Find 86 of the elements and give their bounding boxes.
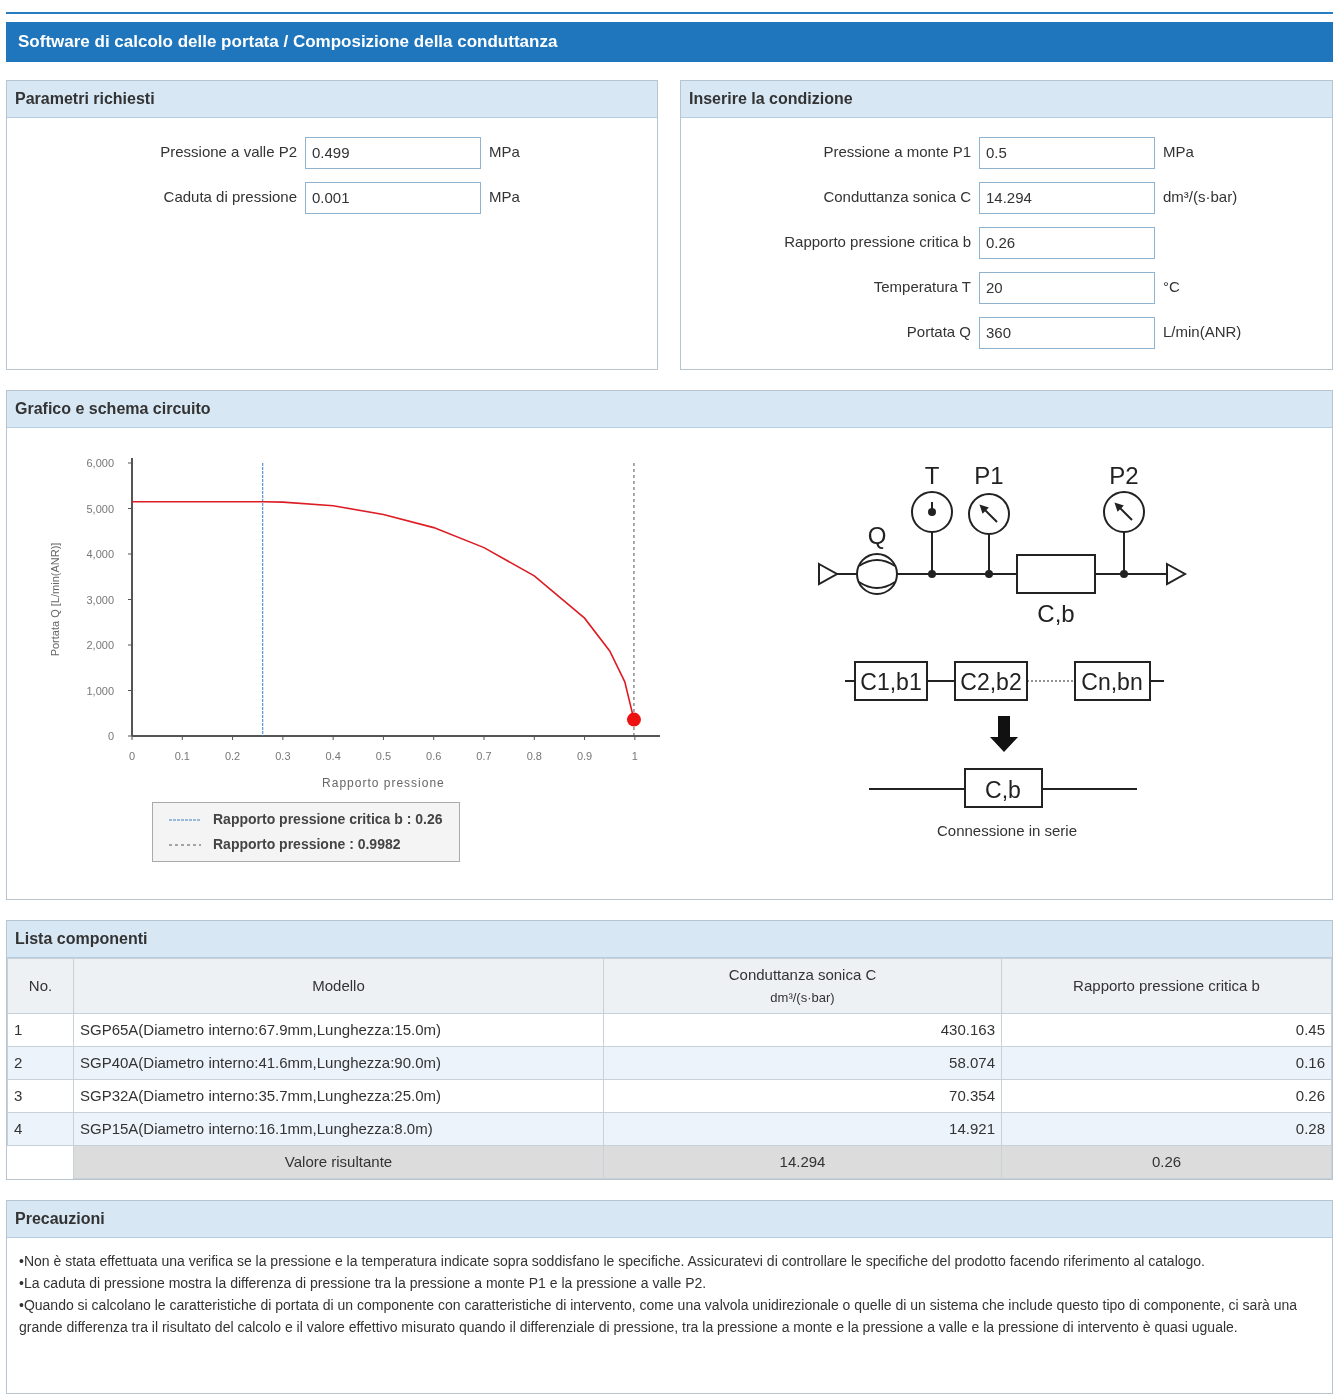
table-cell: 0.16 [1001, 1046, 1332, 1080]
column-header: Conduttanza sonica C dm³/(s·bar) [603, 958, 1002, 1014]
table-cell: Valore risultante [73, 1145, 604, 1179]
x-tick-label: 0.5 [375, 750, 392, 762]
table-cell: 0.26 [1001, 1079, 1332, 1113]
panel-header: Inserire la condizione [681, 81, 1332, 118]
diagram-label: T [924, 462, 940, 489]
field-label: Caduta di pressione [162, 187, 297, 208]
x-tick-label: 0.1 [174, 750, 190, 762]
input-field[interactable]: 0.26 [979, 226, 1155, 259]
y-tick-label: 0 [107, 730, 114, 742]
block-label: C2,b2 [960, 669, 1022, 695]
y-axis-label: Portata Q [L/min(ANR)] [49, 542, 61, 657]
panel-header: Grafico e schema circuito [7, 391, 1332, 428]
table-cell: SGP15A(Diametro interno:16.1mm,Lunghezza:8.0m) [73, 1112, 604, 1146]
diagram-label: Q [867, 522, 887, 549]
x-axis-label: Rapporto pressione [322, 776, 445, 790]
table-cell: 0.26 [1001, 1145, 1332, 1179]
unit-label: MPa [489, 142, 520, 163]
table-cell: 14.921 [603, 1112, 1002, 1146]
input-field[interactable]: 14.294 [979, 181, 1155, 214]
table-cell: 0.45 [1001, 1013, 1332, 1047]
diagram-caption: Connessione in serie [936, 821, 1078, 841]
table-cell: 2 [7, 1046, 74, 1080]
input-field[interactable]: 20 [979, 271, 1155, 304]
table-cell: 0.28 [1001, 1112, 1332, 1146]
table-cell: 70.354 [603, 1079, 1002, 1113]
y-tick-label: 4,000 [86, 548, 114, 560]
precaution-text: •Non è stata effettuata una verifica se la pressione e la temperatura indicate sopra soddisfano le specifiche. Assicuratevi di controllare le specifiche del prodotto facendo riferimento al catalogo. [19, 1252, 1206, 1271]
unit-label: dm³/(s·bar) [1163, 187, 1238, 208]
x-tick-label: 0.7 [476, 750, 492, 762]
table-cell: 430.163 [603, 1013, 1002, 1047]
field-label: Temperatura T [872, 277, 971, 298]
table-cell: 14.294 [603, 1145, 1002, 1179]
block-label: Cn,bn [1081, 669, 1143, 695]
table-cell: SGP32A(Diametro interno:35.7mm,Lunghezza:25.0m) [73, 1079, 604, 1113]
input-field[interactable]: 0.001 [305, 181, 481, 214]
diagram-label: P1 [974, 462, 1004, 489]
x-tick-label: 0 [128, 750, 136, 762]
table-cell: 1 [7, 1013, 74, 1047]
unit-label: °C [1163, 277, 1180, 298]
table-cell: 58.074 [603, 1046, 1002, 1080]
y-tick-label: 2,000 [86, 639, 114, 651]
field-label: Pressione a valle P2 [159, 142, 297, 163]
table-cell: 4 [7, 1112, 74, 1146]
x-tick-label: 0.4 [325, 750, 341, 762]
field-label: Rapporto pressione critica b [783, 232, 971, 253]
panel-header: Lista componenti [7, 921, 1332, 958]
panel-header: Parametri richiesti [7, 81, 657, 118]
x-tick-label: 0.8 [526, 750, 542, 762]
legend-line-icon [169, 817, 201, 822]
x-tick-label: 0.2 [224, 750, 241, 762]
y-tick-label: 3,000 [86, 593, 114, 606]
column-header: Modello [73, 958, 604, 1014]
field-label: Portata Q [905, 322, 971, 343]
unit-label: L/min(ANR) [1163, 322, 1242, 343]
precaution-text: •Quando si calcolano le caratteristiche di portata di un componente con caratteristiche di intervento, come una valvola unidirezionale o quelle di un sistema che include questo tipo di componente, ci sarà una grande differenza tra il risultato del calcolo e il valore effettivo misurato quando il differenziale di pressione, tra la pressione a monte e la pressione a valle e la pressione di intervento è quasi uguale. [19, 1296, 1299, 1337]
y-tick-label: 5,000 [86, 502, 114, 515]
table-cell: SGP40A(Diametro interno:41.6mm,Lunghezza:90.0m) [73, 1046, 604, 1080]
field-label: Pressione a monte P1 [822, 142, 971, 163]
table-cell: 3 [7, 1079, 74, 1113]
diagram-label: P2 [1109, 462, 1139, 489]
x-tick-label: 0.3 [275, 750, 291, 762]
legend-label: Rapporto pressione : 0.9982 [213, 835, 401, 854]
block-label: C,b [985, 777, 1021, 803]
unit-label: MPa [489, 187, 520, 208]
field-label: Conduttanza sonica C [822, 187, 971, 208]
input-field[interactable]: 0.5 [979, 136, 1155, 169]
y-tick-label: 6,000 [86, 457, 114, 469]
input-field[interactable]: 360 [979, 316, 1155, 349]
precaution-text: •La caduta di pressione mostra la differenza di pressione tra la pressione a monte P1 e la pressione a valle P2. [19, 1274, 708, 1293]
x-tick-label: 1 [631, 750, 638, 762]
legend-label: Rapporto pressione critica b : 0.26 [213, 810, 443, 829]
y-tick-label: 1,000 [86, 684, 114, 697]
diagram-label: C,b [1037, 600, 1075, 627]
table-cell: SGP65A(Diametro interno:67.9mm,Lunghezza:15.0m) [73, 1013, 604, 1047]
block-label: C1,b1 [860, 669, 922, 695]
column-header: No. [7, 958, 74, 1014]
unit-label: MPa [1163, 142, 1194, 163]
panel-header: Precauzioni [7, 1201, 1332, 1238]
legend-line-icon [169, 842, 201, 847]
input-field[interactable]: 0.499 [305, 136, 481, 169]
x-tick-label: 0.9 [576, 750, 593, 762]
column-header: Rapporto pressione critica b [1001, 958, 1332, 1014]
app-title: Software di calcolo delle portata / Composizione della conduttanza [18, 31, 558, 54]
x-tick-label: 0.6 [426, 750, 442, 762]
